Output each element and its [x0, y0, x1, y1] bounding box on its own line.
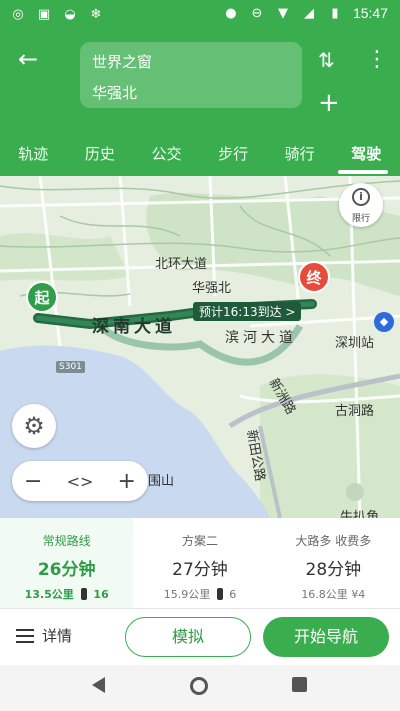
system-nav-bar [0, 665, 400, 711]
label-binhe: 滨河大道 [225, 330, 297, 346]
tab-indicator [338, 170, 388, 174]
simulate-button[interactable]: 模拟 [125, 617, 251, 657]
back-arrow-icon[interactable]: ← [18, 46, 46, 74]
plan-two[interactable]: 方案二 27分钟 15.9公里 6 [133, 518, 266, 608]
traffic-light-icon [80, 588, 87, 600]
plan-three[interactable]: 大路多 收费多 28分钟 16.8公里 ¥4 [267, 518, 400, 608]
end-pin: 终 [298, 261, 330, 293]
recents-square-icon[interactable] [292, 677, 307, 692]
plan-meta: 16.8公里 ¥4 [267, 586, 400, 602]
details-button[interactable]: 详情 [16, 625, 72, 646]
action-bar: 详情 模拟 开始导航 [0, 609, 400, 665]
plan-lights: 6 [229, 588, 237, 601]
traffic-light-icon [216, 588, 223, 600]
plan-distance: 13.5公里 [24, 588, 74, 601]
label-gudonglu: 古洞路 [335, 404, 375, 419]
zoom-in-button[interactable]: + [117, 469, 135, 494]
plan-name: 常规路线 [42, 534, 91, 548]
plan-meta: 15.9公里 6 [133, 586, 266, 602]
tab-walk[interactable]: 步行 [200, 140, 267, 176]
back-triangle-icon[interactable] [92, 677, 105, 693]
label-shenzhen: 深圳站 [335, 336, 375, 351]
details-label: 详情 [42, 627, 73, 645]
battery-icon: ▮ [331, 5, 339, 21]
plan-default[interactable]: 常规路线 26分钟 13.5公里 16 [0, 518, 134, 608]
dnd-icon: ⊖ [251, 5, 263, 21]
tab-track[interactable]: 轨迹 [0, 140, 67, 176]
zoom-controls: − <> + [12, 461, 148, 501]
label-weishan: 围山 [148, 474, 175, 489]
app-icon: ◎ [12, 6, 24, 22]
limit-label: 限行 [351, 214, 370, 224]
zoom-out-button[interactable]: − [24, 469, 42, 494]
label-north-ring: 北环大道 [155, 257, 208, 272]
start-navigation-button[interactable]: 开始导航 [263, 617, 389, 657]
label-niubao: 牛扒角 [340, 510, 380, 518]
origin-field[interactable]: 世界之窗 [92, 51, 152, 72]
add-stop-icon[interactable]: + [318, 90, 340, 116]
status-time: 15:47 [352, 5, 388, 21]
location-marker-icon: ◆ [374, 312, 394, 332]
plan-duration: 28分钟 [305, 560, 362, 580]
wifi-icon: ▼ [277, 5, 288, 21]
tab-bus[interactable]: 公交 [133, 140, 200, 176]
plan-name: 方案二 [181, 534, 218, 548]
plan-duration: 27分钟 [172, 560, 228, 580]
route-plans: 常规路线 26分钟 13.5公里 16 方案二 27分钟 15.9公里 6 大路… [0, 518, 400, 608]
home-circle-icon[interactable] [190, 677, 208, 695]
list-icon [16, 628, 34, 643]
status-bar: ◎ ▣ ◒ ❄ ● ⊖ ▼ ◢ ▮ 15:47 [0, 0, 400, 28]
destination-field[interactable]: 华强北 [92, 82, 137, 103]
signal-icon: ◢ [303, 5, 314, 21]
start-pin: 起 [26, 281, 58, 313]
plan-distance: 16.8公里 [301, 588, 348, 601]
snowflake-icon: ❄ [90, 6, 102, 22]
swap-icon[interactable]: ⇅ [318, 48, 340, 72]
cat-icon: ◒ [64, 6, 76, 22]
label-huaqiangbei: 华强北 [192, 281, 232, 296]
plan-lights: 16 [93, 588, 109, 601]
plan-meta: 13.5公里 16 [0, 586, 133, 602]
plan-duration: 26分钟 [37, 560, 96, 580]
plan-name: 大路多 收费多 [295, 534, 372, 548]
more-menu-icon[interactable]: ⋮ [366, 47, 388, 72]
plan-distance: 15.9公里 [163, 588, 211, 601]
route-input-box[interactable]: 世界之窗 华强北 [80, 42, 302, 108]
info-icon: i [352, 188, 370, 206]
traffic-limit-button[interactable]: i 限行 [339, 183, 383, 227]
road-badge: S301 [56, 361, 85, 373]
tab-bike[interactable]: 骑行 [266, 140, 333, 176]
settings-gear-icon[interactable]: ⚙ [12, 404, 56, 448]
location-icon: ● [225, 5, 237, 21]
zoom-mid-button[interactable]: <> [67, 472, 94, 491]
image-icon: ▣ [37, 6, 51, 22]
tab-history[interactable]: 历史 [67, 140, 134, 176]
label-shennan: 深南大道 [92, 317, 176, 337]
eta-tag[interactable]: 预计16:13到达 > [193, 302, 302, 321]
header-bar: ◎ ▣ ◒ ❄ ● ⊖ ▼ ◢ ▮ 15:47 ← 世界之窗 华强北 ⇅ ⋮ +… [0, 0, 400, 176]
plan-toll: ¥4 [351, 588, 366, 601]
